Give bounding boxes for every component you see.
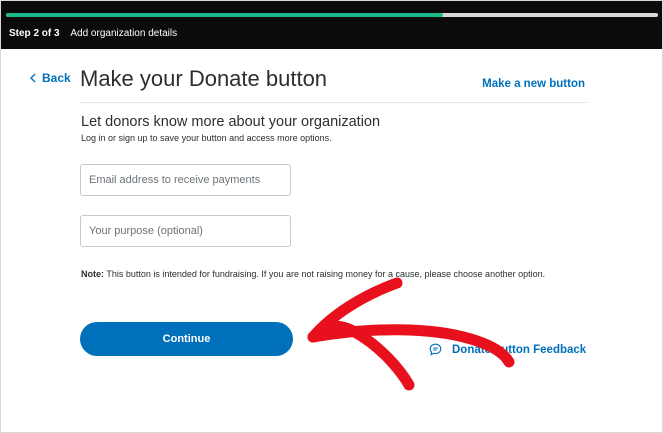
feedback-label: Donate button Feedback xyxy=(452,343,587,356)
back-link[interactable]: Back xyxy=(29,71,71,85)
chat-bubble-icon xyxy=(429,343,442,356)
chevron-left-icon xyxy=(30,73,36,83)
arrow-shaft xyxy=(307,320,415,391)
title-divider xyxy=(80,102,587,103)
make-new-button-link[interactable]: Make a new button xyxy=(482,78,585,90)
step-header-bar: Step 2 of 3 Add organization details xyxy=(1,1,662,49)
donate-button-page: Step 2 of 3 Add organization details Bac… xyxy=(0,0,663,433)
email-field[interactable] xyxy=(80,164,291,196)
purpose-field[interactable] xyxy=(80,215,291,247)
progress-fill xyxy=(6,13,443,17)
note-label: Note: xyxy=(81,269,104,279)
continue-button[interactable]: Continue xyxy=(80,322,293,356)
note-text: This button is intended for fundraising.… xyxy=(104,269,546,279)
step-count: Step 2 of 3 xyxy=(9,28,60,39)
progress-track xyxy=(6,13,658,17)
fundraising-note: Note: This button is intended for fundra… xyxy=(81,267,571,281)
section-subheading: Log in or sign up to save your button an… xyxy=(81,133,332,143)
step-description: Add organization details xyxy=(70,28,178,39)
step-indicator: Step 2 of 3 Add organization details xyxy=(9,28,177,39)
back-label: Back xyxy=(42,71,71,85)
feedback-link[interactable]: Donate button Feedback xyxy=(429,343,586,356)
arrow-head-upper xyxy=(307,277,403,343)
section-heading: Let donors know more about your organiza… xyxy=(81,114,381,130)
page-title: Make your Donate button xyxy=(80,66,328,91)
